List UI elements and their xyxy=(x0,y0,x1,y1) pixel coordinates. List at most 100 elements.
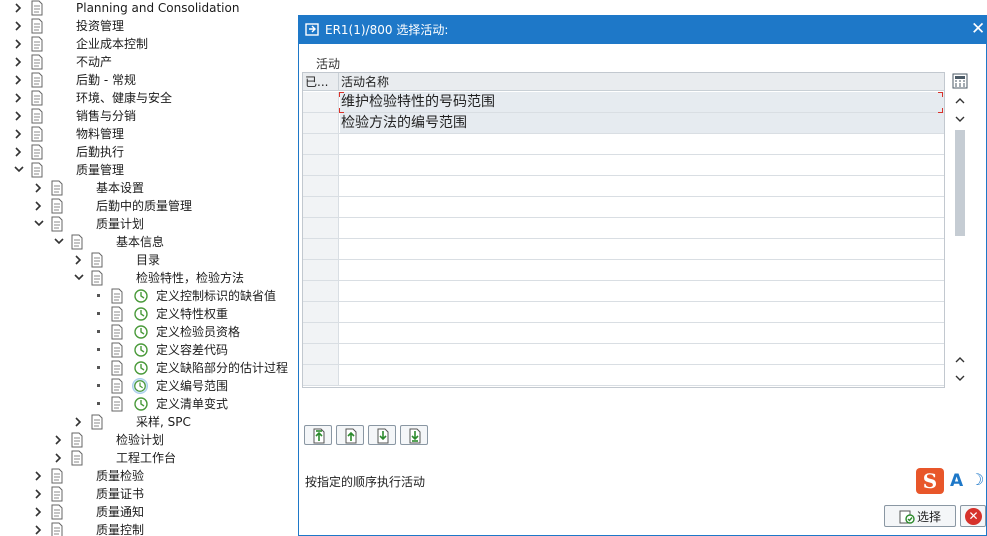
table-settings-icon[interactable] xyxy=(952,73,968,89)
move-down-button[interactable] xyxy=(368,425,396,445)
chevron-down-icon[interactable] xyxy=(74,270,86,286)
scroll-page-up-icon[interactable] xyxy=(953,353,967,367)
chevron-right-icon[interactable] xyxy=(34,180,46,196)
tree-node[interactable]: 工程工作台 xyxy=(0,449,300,467)
tree-node[interactable]: 后勤中的质量管理 xyxy=(0,197,300,215)
row-selector[interactable] xyxy=(303,113,339,133)
execute-clock-icon[interactable] xyxy=(133,396,149,412)
tree-node[interactable]: 定义特性权重 xyxy=(0,305,300,323)
chevron-right-icon[interactable] xyxy=(74,414,86,430)
execute-clock-icon[interactable] xyxy=(133,360,149,376)
tree-node[interactable]: 基本设置 xyxy=(0,179,300,197)
chevron-right-icon[interactable] xyxy=(74,252,86,268)
table-row-empty xyxy=(303,365,944,386)
tree-node[interactable]: 检验计划 xyxy=(0,431,300,449)
tree-node[interactable]: 质量控制 xyxy=(0,521,300,536)
dialog-icon xyxy=(305,23,319,36)
tree-node[interactable]: 质量检验 xyxy=(0,467,300,485)
tree-node[interactable]: 定义清单变式 xyxy=(0,395,300,413)
cancel-button[interactable]: ✕ xyxy=(960,505,986,527)
chevron-right-icon[interactable] xyxy=(14,90,26,106)
tree-node[interactable]: 定义缺陷部分的估计过程 xyxy=(0,359,300,377)
chevron-right-icon[interactable] xyxy=(14,72,26,88)
document-icon xyxy=(31,108,43,124)
chevron-down-icon[interactable] xyxy=(34,216,46,232)
row-selector xyxy=(303,302,339,322)
table-row[interactable]: 维护检验特性的号码范围 xyxy=(303,92,944,113)
tree-node-selected[interactable]: 定义编号范围 xyxy=(0,377,300,395)
tree-node[interactable]: 质量证书 xyxy=(0,485,300,503)
chevron-right-icon[interactable] xyxy=(34,468,46,484)
chevron-right-icon[interactable] xyxy=(54,450,66,466)
bullet-icon xyxy=(97,402,100,405)
chevron-right-icon[interactable] xyxy=(14,36,26,52)
tree-node-label: 后勤 - 常规 xyxy=(76,73,136,87)
scroll-thumb[interactable] xyxy=(955,130,965,236)
execute-clock-icon[interactable] xyxy=(133,324,149,340)
row-selector xyxy=(303,260,339,280)
close-icon[interactable]: ✕ xyxy=(971,20,985,38)
chevron-right-icon[interactable] xyxy=(14,0,26,16)
tree-node[interactable]: 目录 xyxy=(0,251,300,269)
chevron-right-icon[interactable] xyxy=(34,486,46,502)
execute-clock-icon[interactable] xyxy=(133,342,149,358)
tree-node[interactable]: 后勤执行 xyxy=(0,143,300,161)
execute-clock-icon[interactable] xyxy=(132,378,148,394)
table-row-empty xyxy=(303,176,944,197)
move-up-button[interactable] xyxy=(336,425,364,445)
tree-node[interactable]: 采样, SPC xyxy=(0,413,300,431)
activity-name-cell[interactable]: 检验方法的编号范围 xyxy=(340,113,944,133)
tree-node-label: 后勤中的质量管理 xyxy=(96,199,193,213)
tree-node[interactable]: 环境、健康与安全 xyxy=(0,89,300,107)
scroll-down-icon[interactable] xyxy=(953,112,967,126)
tree-node[interactable]: 检验特性，检验方法 xyxy=(0,269,300,287)
tree-node-label: 质量控制 xyxy=(96,523,145,536)
tree-node[interactable]: 企业成本控制 xyxy=(0,35,300,53)
column-header-activity-name[interactable]: 活动名称 xyxy=(340,73,389,91)
execute-clock-icon[interactable] xyxy=(133,288,149,304)
chevron-right-icon[interactable] xyxy=(34,198,46,214)
tree-node[interactable]: Planning and Consolidation xyxy=(0,0,300,17)
tree-node[interactable]: 后勤 - 常规 xyxy=(0,71,300,89)
table-vertical-scrollbar[interactable] xyxy=(951,72,969,388)
tree-node[interactable]: 基本信息 xyxy=(0,233,300,251)
scroll-up-icon[interactable] xyxy=(953,94,967,108)
document-icon xyxy=(111,324,123,340)
chevron-right-icon[interactable] xyxy=(34,504,46,520)
table-row-empty xyxy=(303,344,944,365)
tree-node[interactable]: 质量计划 xyxy=(0,215,300,233)
tree-node[interactable]: 定义容差代码 xyxy=(0,341,300,359)
tree-node[interactable]: 不动产 xyxy=(0,53,300,71)
chevron-right-icon[interactable] xyxy=(34,522,46,536)
tree-node[interactable]: 质量通知 xyxy=(0,503,300,521)
chevron-right-icon[interactable] xyxy=(54,432,66,448)
column-header-done[interactable]: 已... xyxy=(303,73,339,91)
tree-node-label: 工程工作台 xyxy=(116,451,177,465)
chevron-right-icon[interactable] xyxy=(14,18,26,34)
scroll-page-down-icon[interactable] xyxy=(953,371,967,385)
tree-node[interactable]: 定义检验员资格 xyxy=(0,323,300,341)
chevron-down-icon[interactable] xyxy=(54,234,66,250)
move-to-top-button[interactable] xyxy=(304,425,332,445)
moon-icon: ☽ xyxy=(970,470,985,489)
tree-node[interactable]: 物料管理 xyxy=(0,125,300,143)
tree-node[interactable]: 质量管理 xyxy=(0,161,300,179)
table-row[interactable]: 检验方法的编号范围 xyxy=(303,113,944,134)
chevron-right-icon[interactable] xyxy=(14,108,26,124)
menu-activity[interactable]: 活动 xyxy=(316,55,340,72)
ime-indicator[interactable]: S A ☽ xyxy=(916,468,987,496)
tree-node[interactable]: 定义控制标识的缺省值 xyxy=(0,287,300,305)
move-to-bottom-button[interactable] xyxy=(400,425,428,445)
chevron-right-icon[interactable] xyxy=(14,54,26,70)
chevron-right-icon[interactable] xyxy=(14,126,26,142)
dialog-titlebar[interactable]: ER1(1)/800 选择活动: ✕ xyxy=(299,16,986,44)
execute-clock-icon[interactable] xyxy=(133,306,149,322)
activity-name-cell[interactable]: 维护检验特性的号码范围 xyxy=(340,92,944,112)
tree-node[interactable]: 投资管理 xyxy=(0,17,300,35)
chevron-down-icon[interactable] xyxy=(14,162,26,178)
tree-node[interactable]: 销售与分销 xyxy=(0,107,300,125)
tree-node-label: 定义特性权重 xyxy=(156,307,229,321)
select-button[interactable]: 选择 xyxy=(884,505,956,527)
row-selector[interactable] xyxy=(303,92,339,112)
chevron-right-icon[interactable] xyxy=(14,144,26,160)
